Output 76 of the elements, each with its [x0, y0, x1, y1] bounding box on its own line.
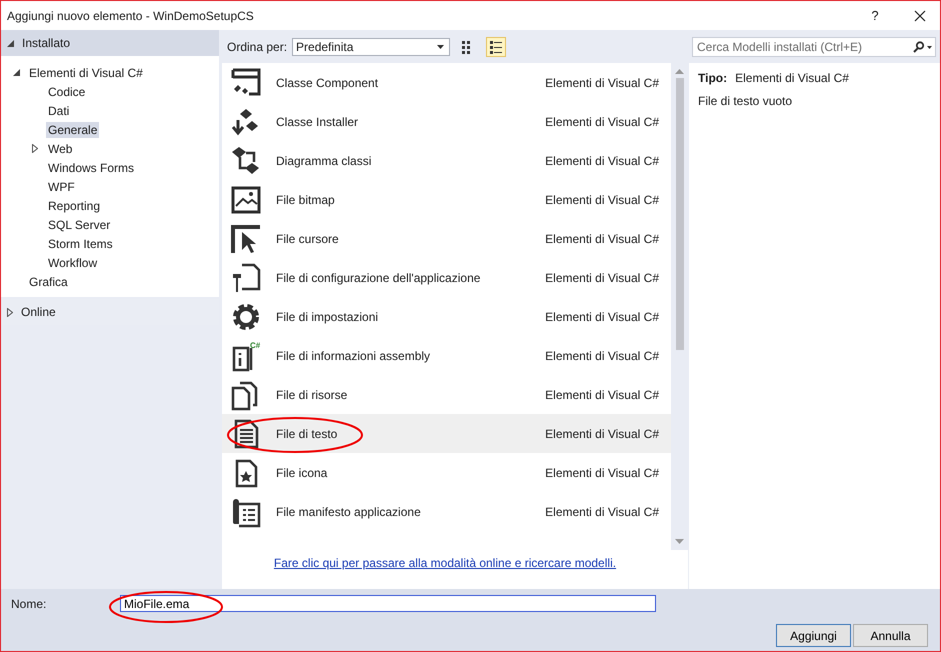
name-field[interactable]: MioFile.ema [120, 595, 656, 612]
template-row[interactable]: File manifesto applicazione Elementi di Visual C# [222, 492, 671, 531]
cursor-icon [230, 222, 262, 254]
search-icon[interactable] [912, 40, 932, 52]
tree-header[interactable]: Online [21, 305, 56, 319]
help-button[interactable]: ? [860, 8, 890, 23]
scrollbar-thumb[interactable] [676, 78, 684, 350]
template-category: Elementi di Visual C# [545, 310, 659, 324]
template-row[interactable]: C# File di informazioni assembly Elementi di Visual C# [222, 336, 671, 375]
template-category: Elementi di Visual C# [545, 154, 659, 168]
close-icon[interactable] [914, 10, 926, 22]
expanded-arrow-icon[interactable] [13, 69, 20, 76]
expanded-arrow-icon[interactable] [7, 40, 14, 46]
tree-item[interactable]: Workflow [46, 254, 100, 270]
template-row[interactable]: File di risorse Elementi di Visual C# [222, 375, 671, 414]
template-row[interactable]: File di testo Elementi di Visual C# [222, 414, 671, 453]
template-category: Elementi di Visual C# [545, 504, 659, 518]
tree-item[interactable]: Windows Forms [46, 160, 136, 176]
template-row[interactable]: Classe Component Elementi di Visual C# [222, 63, 671, 102]
template-category: Elementi di Visual C# [545, 114, 659, 128]
component-icon [230, 66, 262, 98]
dialog-button[interactable]: Aggiungi [776, 624, 851, 647]
template-name: File bitmap [276, 192, 336, 206]
sort-label: Ordina per: [227, 40, 288, 54]
name-label: Nome: [10, 596, 48, 610]
tree-item[interactable]: Storm Items [46, 236, 115, 252]
tree-item[interactable]: Dati [46, 102, 72, 118]
template-row[interactable]: File di impostazioni Elementi di Visual C# [222, 297, 671, 336]
template-row[interactable]: File cursore Elementi di Visual C# [222, 219, 671, 258]
template-name: File cursore [276, 232, 340, 246]
template-category: Elementi di Visual C# [545, 426, 659, 440]
tree-item[interactable]: WPF [46, 178, 77, 194]
template-row[interactable]: Classe Installer Elementi di Visual C# [222, 102, 671, 141]
template-name: File di configurazione dell'applicazione [276, 270, 482, 284]
search-field[interactable]: Cerca Modelli installati (Ctrl+E) [692, 36, 936, 56]
type-value: Elementi di Visual C# [735, 71, 849, 85]
template-name: File di impostazioni [276, 310, 380, 324]
tree-item[interactable]: Reporting [46, 198, 102, 214]
template-name: Classe Component [276, 76, 380, 90]
sort-dropdown[interactable]: Predefinita [292, 38, 450, 56]
template-category: Elementi di Visual C# [545, 232, 659, 246]
template-row[interactable]: File bitmap Elementi di Visual C# [222, 180, 671, 219]
template-category: Elementi di Visual C# [545, 348, 659, 362]
template-category: Elementi di Visual C# [545, 192, 659, 206]
template-name: File icona [276, 466, 328, 480]
tree-item[interactable]: Grafica [27, 274, 70, 290]
tree-header[interactable]: Installato [22, 36, 70, 50]
template-name: Classe Installer [276, 114, 360, 128]
tree-item[interactable]: Generale [46, 122, 100, 138]
online-link[interactable]: Fare clic qui per passare alla modalità online e ricercare modelli. [274, 556, 616, 570]
template-category: Elementi di Visual C# [545, 270, 659, 284]
scrollbar[interactable] [671, 63, 688, 550]
template-category: Elementi di Visual C# [545, 76, 659, 90]
wrench-document-icon [230, 262, 262, 294]
template-category: Elementi di Visual C# [545, 466, 659, 480]
template-row[interactable]: Diagramma classi Elementi di Visual C# [222, 141, 671, 180]
template-row[interactable]: File icona Elementi di Visual C# [222, 453, 671, 492]
picture-icon [230, 184, 262, 216]
tree-item[interactable]: SQL Server [46, 216, 112, 232]
template-name: Diagramma classi [276, 154, 372, 168]
template-category: Elementi di Visual C# [545, 388, 659, 402]
collapsed-arrow-icon[interactable] [32, 144, 38, 153]
tree-item[interactable]: Elementi di Visual C# [27, 64, 145, 80]
template-name: File di risorse [276, 388, 348, 402]
collapsed-arrow-icon[interactable] [7, 308, 13, 316]
template-name: File di informazioni assembly [276, 348, 432, 362]
window-title: Aggiungi nuovo elemento - WinDemoSetupCS [7, 8, 255, 22]
tree-item[interactable]: Codice [46, 84, 88, 100]
template-name: File di testo [276, 426, 338, 440]
template-row[interactable]: File di configurazione dell'applicazione Elementi di Visual C# [222, 258, 671, 297]
type-label: Tipo: [698, 71, 728, 85]
dropdown-arrow-icon[interactable] [437, 44, 444, 48]
tree-item[interactable]: Web [46, 140, 74, 156]
template-name: File manifesto applicazione [276, 504, 422, 518]
dialog-button[interactable]: Annulla [853, 624, 928, 647]
description: File di testo vuoto [698, 94, 794, 108]
